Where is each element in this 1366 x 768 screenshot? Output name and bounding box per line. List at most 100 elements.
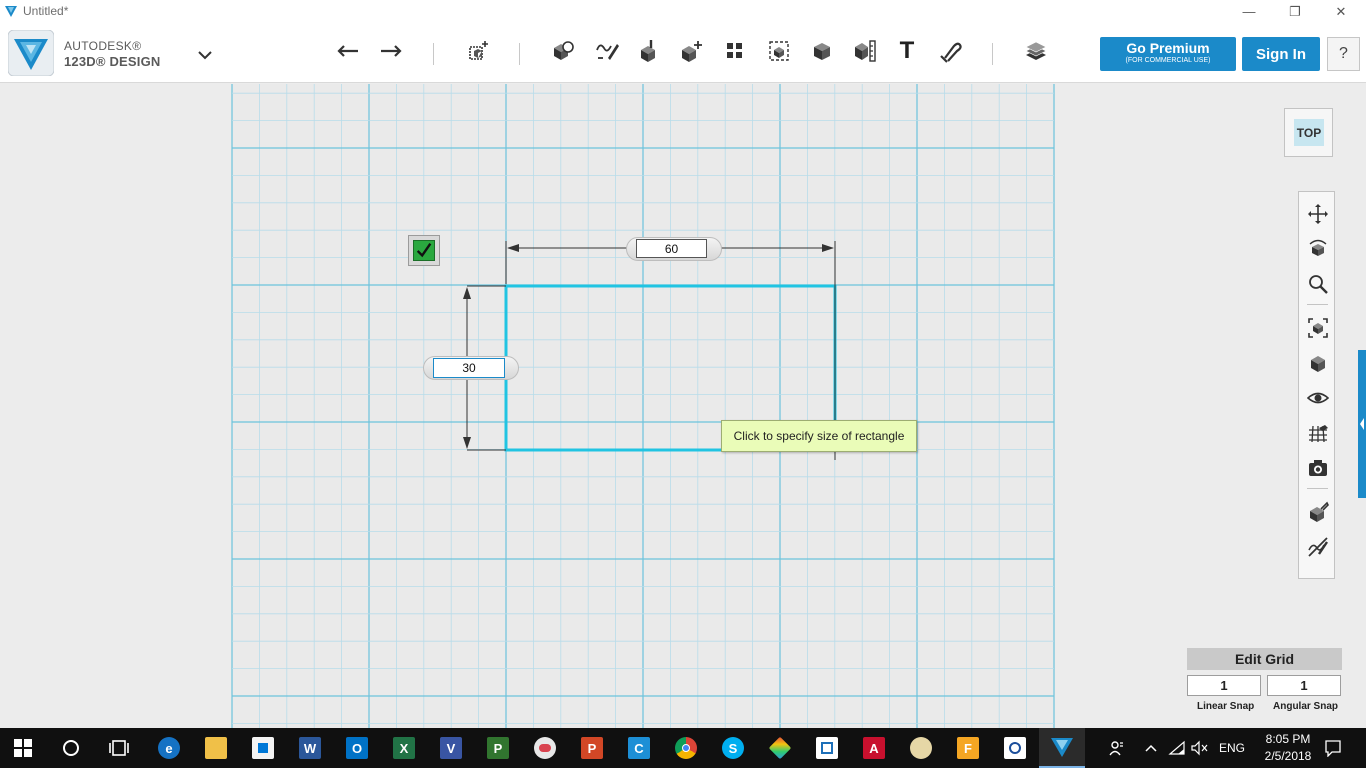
start-button[interactable] <box>0 728 46 768</box>
network-button[interactable] <box>1168 728 1186 768</box>
main-toolbar: AUTODESK® 123D® DESIGN T Go Premium (FOR… <box>0 23 1366 83</box>
outlook-icon: O <box>346 737 368 759</box>
materials-outline-button[interactable] <box>1305 499 1330 524</box>
taskbar-app-frame[interactable] <box>804 728 850 768</box>
side-panel-toggle[interactable] <box>1358 350 1366 498</box>
edge-icon: e <box>158 737 180 759</box>
pan-button[interactable] <box>1305 201 1330 226</box>
grid-button[interactable] <box>1305 420 1330 445</box>
linear-snap-input[interactable]: 1 <box>1187 675 1261 696</box>
chevron-left-icon <box>1360 418 1364 430</box>
taskbar-visio[interactable]: V <box>428 728 474 768</box>
toolbar-separator <box>519 43 520 65</box>
chevron-up-icon <box>1145 744 1157 752</box>
taskbar-autocad[interactable]: A <box>851 728 897 768</box>
text-tool-button[interactable]: T <box>890 35 924 67</box>
taskbar-app-diamond[interactable] <box>757 728 803 768</box>
edit-grid-button[interactable]: Edit Grid <box>1187 648 1342 670</box>
sketch-icon <box>596 44 619 60</box>
skype-icon: S <box>722 737 744 759</box>
grouping-button[interactable] <box>762 35 796 67</box>
people-button[interactable] <box>1108 728 1126 768</box>
cortana-button[interactable] <box>48 728 94 768</box>
taskbar-excel[interactable]: X <box>381 728 427 768</box>
redo-button[interactable] <box>373 35 407 67</box>
taskbar-ccleaner[interactable]: C <box>616 728 662 768</box>
visibility-button[interactable] <box>1305 385 1330 410</box>
autocad-icon: A <box>863 737 885 759</box>
primitives-button[interactable] <box>546 35 580 67</box>
minimize-button[interactable]: — <box>1226 0 1272 23</box>
clock-time: 8:05 PM <box>1265 732 1311 746</box>
chevron-down-icon[interactable] <box>197 49 213 61</box>
task-view-button[interactable] <box>96 728 142 768</box>
task-view-icon <box>109 740 129 756</box>
width-dimension-input[interactable]: 60 <box>636 239 707 258</box>
materials-button[interactable] <box>1019 35 1053 67</box>
taskbar-app-camera[interactable] <box>992 728 1038 768</box>
close-icon: ✕ <box>1335 3 1347 19</box>
zoom-button[interactable] <box>1305 271 1330 296</box>
taskbar-outlook[interactable]: O <box>334 728 380 768</box>
navbar-separator <box>1307 488 1328 489</box>
primitives-icon <box>554 41 574 60</box>
volume-button[interactable] <box>1190 728 1208 768</box>
grid-icon <box>1308 424 1328 442</box>
action-center-button[interactable] <box>1324 728 1342 768</box>
taskbar-word[interactable]: W <box>287 728 333 768</box>
project-icon: P <box>487 737 509 759</box>
taskbar-project[interactable]: P <box>475 728 521 768</box>
taskbar-paint3d[interactable] <box>522 728 568 768</box>
undo-button[interactable] <box>332 35 366 67</box>
fit-button[interactable] <box>1305 315 1330 340</box>
clock[interactable]: 8:05 PM 2/5/2018 <box>1256 728 1320 768</box>
close-button[interactable]: ✕ <box>1318 0 1364 23</box>
taskbar-powerpoint[interactable]: P <box>569 728 615 768</box>
measure-button[interactable] <box>848 35 882 67</box>
toolbar-separator <box>433 43 434 65</box>
height-dimension-input[interactable]: 30 <box>433 358 505 378</box>
sign-in-button[interactable]: Sign In <box>1242 37 1320 71</box>
title-bar: Untitled* — ❐ ✕ <box>0 0 1366 23</box>
sketch-button[interactable] <box>590 35 624 67</box>
transform-button[interactable] <box>461 35 495 67</box>
view-cube[interactable]: TOP <box>1284 108 1333 157</box>
go-premium-sublabel: (FOR COMMERCIAL USE) <box>1125 57 1211 64</box>
screenshot-button[interactable] <box>1305 455 1330 480</box>
restore-button[interactable]: ❐ <box>1272 0 1318 23</box>
grouping-icon <box>769 41 789 61</box>
orbit-button[interactable] <box>1305 236 1330 261</box>
brand-product: 123D® DESIGN <box>64 54 161 69</box>
toolbar-separator <box>992 43 993 65</box>
confirm-button[interactable] <box>408 235 440 266</box>
redo-icon <box>381 45 402 57</box>
zoom-icon <box>1308 274 1328 294</box>
navbar-separator <box>1307 304 1328 305</box>
notification-icon <box>1325 740 1341 757</box>
taskbar-edge[interactable]: e <box>146 728 192 768</box>
hide-sketch-button[interactable] <box>1305 534 1330 559</box>
taskbar-skype[interactable]: S <box>710 728 756 768</box>
combine-button[interactable] <box>805 35 839 67</box>
workplane-grid[interactable] <box>0 84 1366 728</box>
taskbar-123d-design[interactable] <box>1039 728 1085 768</box>
help-button[interactable]: ? <box>1327 37 1360 71</box>
go-premium-button[interactable]: Go Premium (FOR COMMERCIAL USE) <box>1100 37 1236 71</box>
taskbar-store[interactable] <box>240 728 286 768</box>
modify-button[interactable] <box>675 35 709 67</box>
taskbar-file-explorer[interactable] <box>193 728 239 768</box>
pattern-button[interactable] <box>718 35 752 67</box>
tray-overflow-button[interactable] <box>1144 728 1158 768</box>
materials-icon <box>1025 41 1047 60</box>
123d-logo-icon[interactable] <box>8 30 54 76</box>
construct-button[interactable] <box>632 35 666 67</box>
design-canvas[interactable]: 60 30 Click to specify size of rectangle… <box>0 84 1366 728</box>
language-indicator[interactable]: ENG <box>1219 728 1245 768</box>
taskbar-fusion[interactable]: F <box>945 728 991 768</box>
taskbar-chrome[interactable] <box>663 728 709 768</box>
snap-button[interactable] <box>933 35 967 67</box>
view-cube-top-face[interactable]: TOP <box>1294 119 1324 146</box>
angular-snap-input[interactable]: 1 <box>1267 675 1341 696</box>
view-mode-button[interactable] <box>1305 350 1330 375</box>
taskbar-paint[interactable] <box>898 728 944 768</box>
